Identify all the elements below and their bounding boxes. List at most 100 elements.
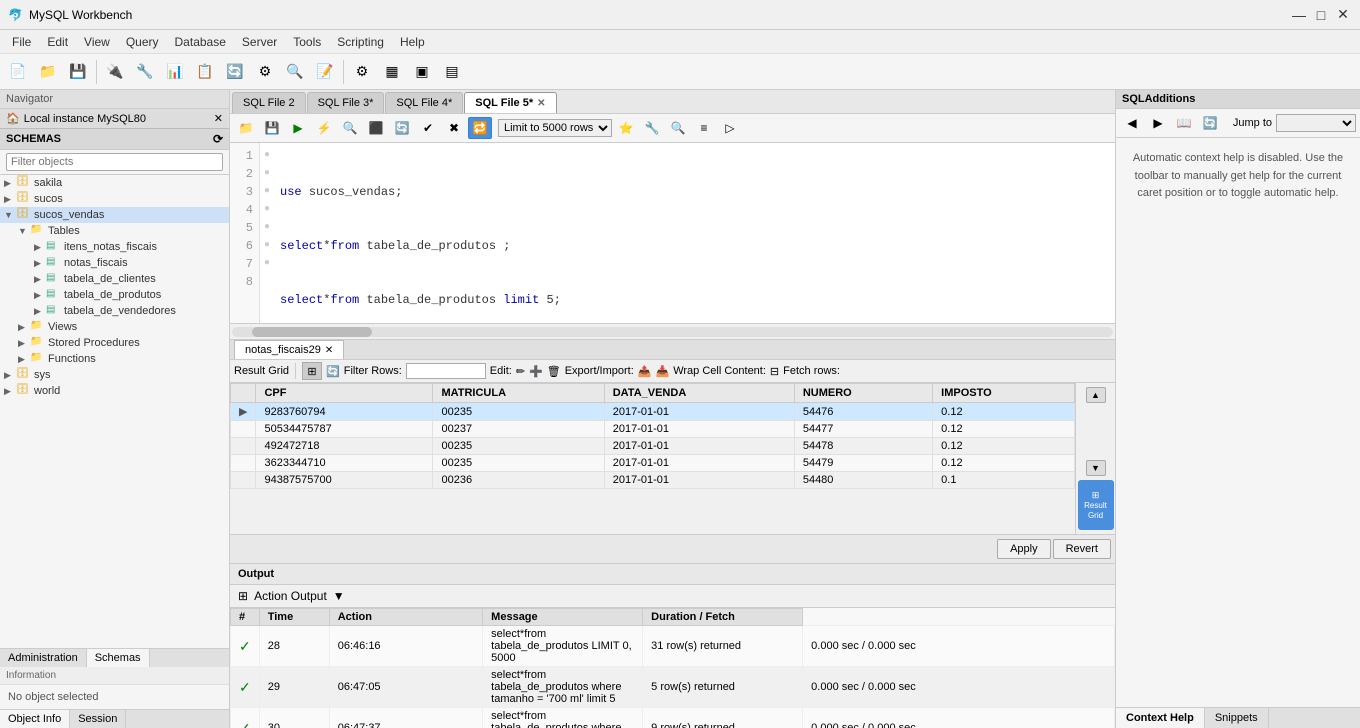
vscroll-up-btn[interactable]: ▲	[1086, 387, 1106, 403]
query-commit-btn[interactable]: ✔	[416, 117, 440, 139]
tree-item-sys[interactable]: ▶ 🗄 sys	[0, 367, 229, 383]
menu-scripting[interactable]: Scripting	[329, 33, 392, 51]
filter-input[interactable]	[406, 363, 486, 379]
sql-tab-5[interactable]: SQL File 5* ✕	[464, 92, 556, 113]
tree-item-world[interactable]: ▶ 🗄 world	[0, 383, 229, 399]
toolbar-btn2[interactable]: 🔧	[131, 58, 159, 86]
col-imposto[interactable]: IMPOSTO	[933, 384, 1075, 403]
query-search-btn[interactable]: 🔍	[666, 117, 690, 139]
hscroll-thumb[interactable]	[252, 327, 372, 337]
menu-server[interactable]: Server	[234, 33, 285, 51]
edit-del-btn[interactable]: 🗑	[547, 365, 561, 378]
tree-item-itens-notas[interactable]: ▶ ▤ itens_notas_fiscais	[0, 239, 229, 255]
query-more-btn[interactable]: ▷	[718, 117, 742, 139]
col-data-venda[interactable]: DATA_VENDA	[604, 384, 794, 403]
result-tab-close[interactable]: ✕	[325, 345, 333, 356]
import-btn[interactable]: 📥	[655, 365, 669, 378]
col-numero[interactable]: NUMERO	[794, 384, 932, 403]
result-tab-notas[interactable]: notas_fiscais29 ✕	[234, 340, 344, 359]
administration-tab[interactable]: Administration	[0, 649, 87, 667]
limit-select[interactable]: Limit to 5000 rows Don't Limit Limit to …	[498, 119, 612, 137]
context-help-tab[interactable]: Context Help	[1116, 708, 1205, 728]
sql-additions-auto-btn[interactable]: 🔄	[1198, 112, 1222, 134]
menu-view[interactable]: View	[76, 33, 118, 51]
result-grid-toggle-btn[interactable]: ⊞ ResultGrid	[1078, 480, 1114, 530]
toolbar-save[interactable]: 💾	[64, 58, 92, 86]
schemas-tab[interactable]: Schemas	[87, 649, 150, 667]
sql-tab-3[interactable]: SQL File 3*	[307, 92, 385, 113]
sql-additions-context-btn[interactable]: 📖	[1172, 112, 1196, 134]
object-info-tab[interactable]: Object Info	[0, 710, 70, 728]
tree-item-sucos-vendas[interactable]: ▼ 🗄 sucos_vendas	[0, 207, 229, 223]
query-explain-btn[interactable]: 🔍	[338, 117, 362, 139]
editor-scroll-area[interactable]: 1 2 3 4 5 6 7 8 ● ● ● ● ● ● ●	[230, 143, 1115, 323]
sql-tab-5-close[interactable]: ✕	[537, 98, 545, 109]
menu-database[interactable]: Database	[167, 33, 234, 51]
search-input[interactable]	[6, 153, 223, 171]
revert-button[interactable]: Revert	[1053, 539, 1111, 559]
tree-item-tabela-vendedores[interactable]: ▶ ▤ tabela_de_vendedores	[0, 303, 229, 319]
result-row[interactable]: 3623344710 00235 2017-01-01 54479 0.12	[231, 455, 1075, 472]
toolbar-btn3[interactable]: 📊	[161, 58, 189, 86]
editor-hscrollbar[interactable]	[230, 323, 1115, 339]
menu-help[interactable]: Help	[392, 33, 433, 51]
tree-item-sucos[interactable]: ▶ 🗄 sucos	[0, 191, 229, 207]
query-save-btn[interactable]: 💾	[260, 117, 284, 139]
jump-to-select[interactable]	[1276, 114, 1356, 132]
export-btn[interactable]: 📤	[638, 365, 652, 378]
toolbar-layout2[interactable]: ▣	[408, 58, 436, 86]
query-run-sel-btn[interactable]: ⚡	[312, 117, 336, 139]
tree-item-sakila[interactable]: ▶ 🗄 sakila	[0, 175, 229, 191]
instance-close[interactable]: ✕	[214, 112, 223, 125]
query-star-btn[interactable]: ⭐	[614, 117, 638, 139]
tree-item-tabela-produtos[interactable]: ▶ ▤ tabela_de_produtos	[0, 287, 229, 303]
instance-tab[interactable]: 🏠 Local instance MySQL80 ✕	[0, 109, 229, 129]
toolbar-btn7[interactable]: 🔍	[281, 58, 309, 86]
edit-pencil-btn[interactable]: ✏	[516, 365, 525, 378]
query-rollback-btn[interactable]: ✖	[442, 117, 466, 139]
query-calibrate-btn[interactable]: 🔧	[640, 117, 664, 139]
menu-query[interactable]: Query	[118, 33, 167, 51]
query-open-btn[interactable]: 📁	[234, 117, 258, 139]
tree-item-functions[interactable]: ▶ 📁 Functions	[0, 351, 229, 367]
sql-tab-2[interactable]: SQL File 2	[232, 92, 306, 113]
query-run-all-btn[interactable]: ▶	[286, 117, 310, 139]
query-toggle-btn[interactable]: 🔄	[390, 117, 414, 139]
toolbar-layout1[interactable]: ▦	[378, 58, 406, 86]
toolbar-btn4[interactable]: 📋	[191, 58, 219, 86]
tree-item-tables-folder[interactable]: ▼ 📁 Tables	[0, 223, 229, 239]
toolbar-open[interactable]: 📁	[34, 58, 62, 86]
toolbar-settings[interactable]: ⚙	[348, 58, 376, 86]
code-editor[interactable]: use sucos_vendas; select*from tabela_de_…	[274, 143, 1115, 323]
toolbar-btn6[interactable]: ⚙	[251, 58, 279, 86]
toolbar-connect[interactable]: 🔌	[101, 58, 129, 86]
toolbar-btn5[interactable]: 🔄	[221, 58, 249, 86]
menu-tools[interactable]: Tools	[285, 33, 329, 51]
col-cpf[interactable]: CPF	[256, 384, 433, 403]
query-autocommit-btn[interactable]: 🔁	[468, 117, 492, 139]
edit-add-btn[interactable]: ➕	[529, 365, 543, 378]
query-format-btn[interactable]: ≡	[692, 117, 716, 139]
wrap-btn[interactable]: ⊟	[770, 365, 779, 378]
toolbar-new[interactable]: 📄	[4, 58, 32, 86]
snippets-tab[interactable]: Snippets	[1205, 708, 1269, 728]
result-row[interactable]: 492472718 00235 2017-01-01 54478 0.12	[231, 438, 1075, 455]
result-table-container[interactable]: CPF MATRICULA DATA_VENDA NUMERO IMPOSTO …	[230, 383, 1075, 534]
col-matricula[interactable]: MATRICULA	[433, 384, 604, 403]
tree-item-tabela-clientes[interactable]: ▶ ▤ tabela_de_clientes	[0, 271, 229, 287]
menu-edit[interactable]: Edit	[39, 33, 76, 51]
tree-item-views[interactable]: ▶ 📁 Views	[0, 319, 229, 335]
result-row[interactable]: ▶ 9283760794 00235 2017-01-01 54476 0.12	[231, 403, 1075, 421]
maximize-button[interactable]: □	[1312, 6, 1330, 24]
sql-tab-4[interactable]: SQL File 4*	[385, 92, 463, 113]
menu-file[interactable]: File	[4, 33, 39, 51]
close-button[interactable]: ✕	[1334, 6, 1352, 24]
sql-additions-next-btn[interactable]: ▶	[1146, 112, 1170, 134]
result-grid-icon[interactable]: ⊞	[302, 362, 322, 380]
minimize-button[interactable]: —	[1290, 6, 1308, 24]
sql-additions-prev-btn[interactable]: ◀	[1120, 112, 1144, 134]
tree-item-notas-fiscais[interactable]: ▶ ▤ notas_fiscais	[0, 255, 229, 271]
schemas-refresh-icon[interactable]: ⟳	[213, 132, 223, 146]
tree-item-stored-procs[interactable]: ▶ 📁 Stored Procedures	[0, 335, 229, 351]
result-row[interactable]: 50534475787 00237 2017-01-01 54477 0.12	[231, 421, 1075, 438]
